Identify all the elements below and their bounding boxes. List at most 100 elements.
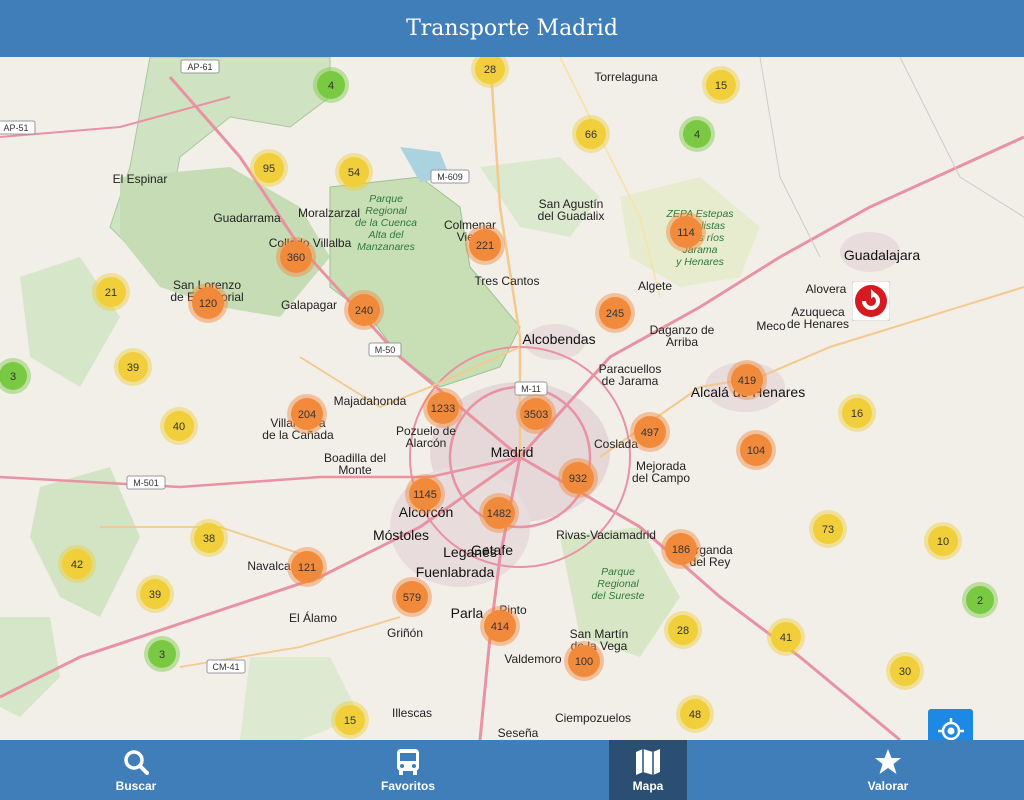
stop-cluster-marker[interactable]: 41 (767, 618, 805, 656)
cluster-count: 360 (287, 252, 305, 264)
place-label: Alcobendas (522, 331, 595, 347)
stop-cluster-marker[interactable]: 28 (471, 57, 509, 88)
stop-cluster-marker[interactable]: 932 (558, 458, 598, 498)
place-label: Rivas-Vaciamadrid (556, 528, 656, 542)
place-label: Azuqueca de Henares (787, 305, 849, 331)
svg-text:CM-41: CM-41 (212, 662, 239, 672)
place-label: Madrid (491, 444, 534, 460)
stop-cluster-marker[interactable]: 204 (287, 394, 327, 434)
stop-cluster-marker[interactable]: 186 (661, 529, 701, 569)
app-logo-marker[interactable] (852, 281, 890, 321)
stop-cluster-marker[interactable]: 104 (736, 430, 776, 470)
place-label: Paracuellos de Jarama (599, 362, 662, 388)
stop-cluster-marker[interactable]: 114 (666, 212, 706, 252)
stop-cluster-marker[interactable]: 3503 (516, 394, 556, 434)
place-label: Moralzarzal (298, 206, 360, 220)
map-view[interactable]: MadridAlcobendasAlcalá de HenaresGetafeF… (0, 57, 1024, 740)
cluster-count: 414 (491, 621, 509, 633)
cluster-count: 16 (851, 408, 863, 420)
place-label: Parla (451, 605, 484, 621)
stop-cluster-marker[interactable]: 39 (136, 575, 174, 613)
stop-cluster-marker[interactable]: 54 (335, 153, 373, 191)
cluster-count: 42 (71, 559, 83, 571)
stop-cluster-marker[interactable]: 4 (313, 67, 349, 103)
tab-buscar[interactable]: Buscar (0, 740, 272, 800)
svg-text:M-50: M-50 (375, 345, 396, 355)
cluster-count: 579 (403, 592, 421, 604)
stop-cluster-marker[interactable]: 48 (676, 695, 714, 733)
stop-cluster-marker[interactable]: 15 (702, 66, 740, 104)
map-canvas[interactable]: MadridAlcobendasAlcalá de HenaresGetafeF… (0, 57, 1024, 740)
stop-cluster-marker[interactable]: 360 (276, 237, 316, 277)
tab-label: Mapa (632, 779, 664, 793)
stop-cluster-marker[interactable]: 240 (344, 290, 384, 330)
stop-cluster-marker[interactable]: 121 (287, 547, 327, 587)
stop-cluster-marker[interactable]: 1145 (405, 474, 445, 514)
road-badge: AP-61 (180, 59, 220, 74)
header-bar: Transporte Madrid (0, 0, 1024, 57)
stop-cluster-marker[interactable]: 15 (331, 701, 369, 739)
stop-cluster-marker[interactable]: 40 (160, 407, 198, 445)
stop-cluster-marker[interactable]: 1482 (479, 493, 519, 533)
stop-cluster-marker[interactable]: 38 (190, 519, 228, 557)
stop-cluster-marker[interactable]: 95 (250, 149, 288, 187)
stop-cluster-marker[interactable]: 28 (664, 611, 702, 649)
cluster-count: 28 (484, 64, 496, 76)
stop-cluster-marker[interactable]: 245 (595, 293, 635, 333)
locate-me-button[interactable] (928, 709, 973, 740)
cluster-count: 121 (298, 562, 316, 574)
stop-cluster-marker[interactable]: 3 (0, 358, 31, 394)
stop-cluster-marker[interactable]: 221 (465, 225, 505, 265)
stop-cluster-marker[interactable]: 42 (58, 545, 96, 583)
stop-cluster-marker[interactable]: 120 (188, 283, 228, 323)
stop-cluster-marker[interactable]: 39 (114, 348, 152, 386)
cluster-count: 186 (672, 544, 690, 556)
place-label: Guadalajara (844, 247, 920, 263)
stop-cluster-marker[interactable]: 21 (92, 273, 130, 311)
cluster-count: 4 (694, 129, 700, 141)
stop-cluster-marker[interactable]: 414 (480, 606, 520, 646)
place-label: Seseña (498, 726, 539, 740)
svg-text:M-609: M-609 (437, 172, 463, 182)
stop-cluster-marker[interactable]: 579 (392, 577, 432, 617)
place-label: Guadarrama (213, 211, 281, 225)
tab-valorar[interactable]: Valorar (752, 740, 1024, 800)
bus-icon (393, 747, 423, 777)
cluster-count: 21 (105, 287, 117, 299)
cluster-count: 30 (899, 666, 911, 678)
place-label: Leganés (443, 544, 497, 560)
place-label: Daganzo de Arriba (650, 323, 715, 349)
cluster-count: 114 (677, 227, 695, 239)
stop-cluster-marker[interactable]: 1233 (423, 388, 463, 428)
cluster-count: 1482 (487, 508, 511, 520)
svg-text:AP-61: AP-61 (187, 62, 212, 72)
stop-cluster-marker[interactable]: 16 (838, 394, 876, 432)
stop-cluster-marker[interactable]: 66 (572, 115, 610, 153)
place-label: Majadahonda (334, 394, 407, 408)
place-label: Valdemoro (504, 652, 561, 666)
tab-label: Valorar (867, 779, 909, 793)
stop-cluster-marker[interactable]: 100 (564, 641, 604, 681)
place-label: Meco (756, 319, 786, 333)
stop-cluster-marker[interactable]: 73 (809, 510, 847, 548)
cluster-count: 2 (977, 595, 983, 607)
tab-mapa[interactable]: Mapa (609, 740, 687, 800)
cluster-count: 204 (298, 409, 316, 421)
stop-cluster-marker[interactable]: 10 (924, 522, 962, 560)
stop-cluster-marker[interactable]: 30 (886, 652, 924, 690)
tab-label: Favoritos (380, 779, 435, 793)
stop-cluster-marker[interactable]: 4 (679, 116, 715, 152)
tab-favoritos[interactable]: Favoritos (272, 740, 544, 800)
cluster-count: 15 (344, 715, 356, 727)
road-badge: M-501 (126, 475, 166, 490)
cluster-count: 221 (476, 240, 494, 252)
road-badge: M-609 (430, 169, 470, 184)
place-label: Mejorada del Campo (632, 459, 690, 485)
cluster-count: 419 (738, 375, 756, 387)
stop-cluster-marker[interactable]: 497 (630, 412, 670, 452)
cluster-count: 1145 (413, 489, 437, 501)
stop-cluster-marker[interactable]: 2 (962, 582, 998, 618)
stop-cluster-marker[interactable]: 419 (727, 360, 767, 400)
place-label: San Agustín del Guadalix (538, 197, 605, 223)
stop-cluster-marker[interactable]: 3 (144, 636, 180, 672)
